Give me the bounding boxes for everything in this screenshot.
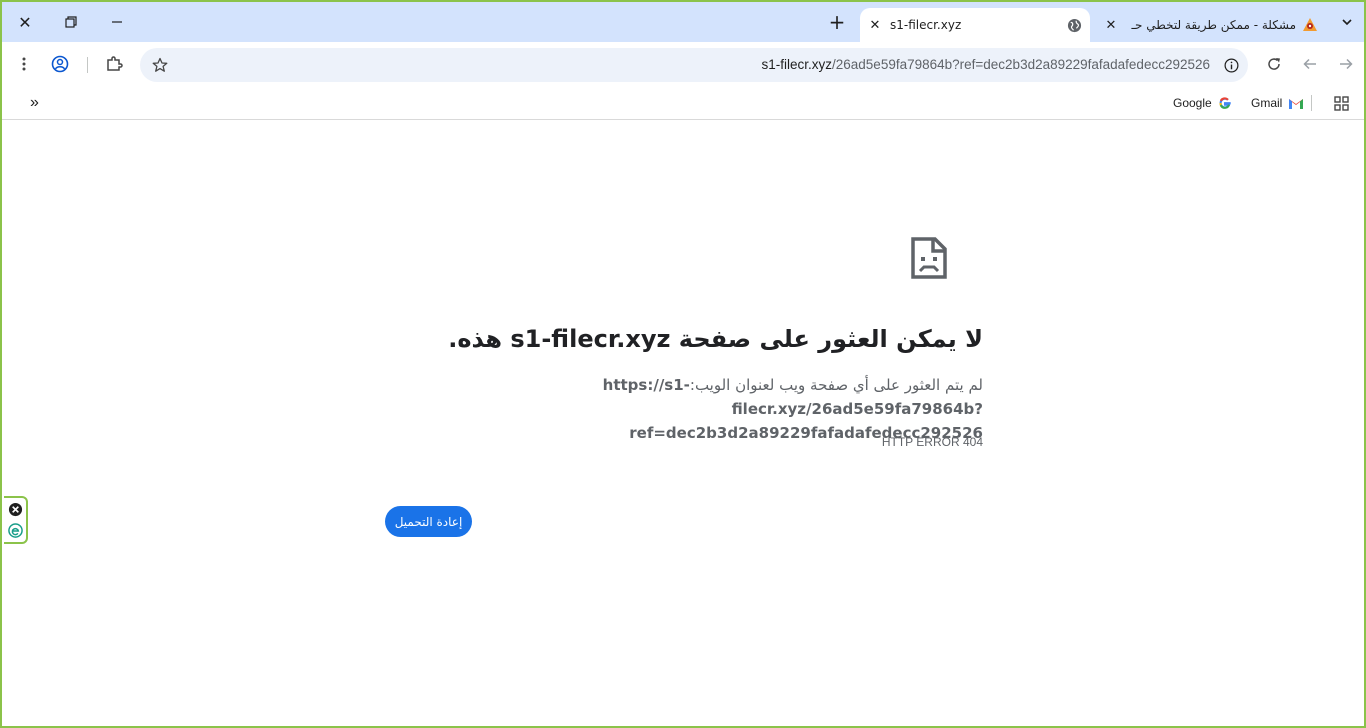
window-close-button[interactable]: ✕ [2,2,48,42]
window-restore-button[interactable] [48,2,94,42]
profile-icon [51,55,69,73]
sad-page-icon [911,237,947,279]
tab-active[interactable]: ✕ s1-filecr.xyz [860,8,1090,42]
tab-strip: ✕ + ✕ s1-filecr.xyz ✕ مشكلة - ممكن طريقة… [2,2,1364,42]
extensions-button[interactable] [100,50,128,78]
bookmarks-bar: » Google Gmail [2,86,1364,120]
bookmark-google[interactable]: Google [1173,93,1232,113]
browser-window: ✕ + ✕ s1-filecr.xyz ✕ مشكلة - ممكن طريقة… [0,0,1366,728]
tab-search-button[interactable] [1330,2,1364,42]
url-path: /26ad5e59fa79864b?ref=dec2b3d2a89229fafa… [832,57,1210,72]
bookmark-gmail[interactable]: Gmail [1251,93,1304,113]
tab-forum[interactable]: ✕ مشكلة - ممكن طريقة لتخطي حـ [1098,8,1326,42]
url-host: s1-filecr.xyz [761,57,833,72]
new-tab-button[interactable]: + [814,2,860,42]
tab-title: مشكلة - ممكن طريقة لتخطي حـ [1131,18,1296,32]
star-icon [152,57,168,72]
tab-close-icon[interactable]: ✕ [866,16,884,34]
double-chevron-icon: » [30,94,39,111]
error-description-prefix: لم يتم العثور على أي صفحة ويب لعنوان الو… [689,376,983,394]
arrow-right-icon [1340,58,1353,70]
bookmarks-overflow-button[interactable]: » [30,93,39,113]
site-info-button[interactable] [1222,56,1240,74]
info-icon [1224,58,1238,72]
toolbar-divider [87,57,88,73]
close-icon: ✕ [18,12,32,32]
back-button[interactable] [1296,50,1324,78]
bookmark-star-button[interactable] [150,55,170,75]
omnibox[interactable]: s1-filecr.xyz/26ad5e59fa79864b?ref=dec2b… [140,48,1248,82]
url-text[interactable]: s1-filecr.xyz/26ad5e59fa79864b?ref=dec2b… [762,57,1211,72]
forward-button[interactable] [1332,50,1360,78]
plus-icon: + [828,10,846,34]
bookmark-label: Gmail [1251,96,1283,110]
bookmark-label: Google [1173,96,1212,110]
chevron-down-icon [1342,19,1352,26]
tab-close-icon[interactable]: ✕ [1102,16,1120,34]
edge-e-icon[interactable] [8,523,23,538]
apps-grid-icon [1334,95,1349,111]
forum-favicon-icon [1302,17,1318,33]
reload-page-button[interactable]: إعادة التحميل [385,506,472,537]
bookmarks-divider [1311,95,1312,111]
profile-button[interactable] [46,50,74,78]
minimize-icon [112,21,122,23]
page-content: لا يمكن العثور على صفحة s1-filecr.xyz هذ… [2,121,1364,726]
tab-title: s1-filecr.xyz [890,18,962,32]
globe-icon [1066,17,1082,33]
error-title: لا يمكن العثور على صفحة s1-filecr.xyz هذ… [448,325,983,353]
apps-button[interactable] [1334,93,1349,113]
google-icon [1219,97,1231,109]
window-minimize-button[interactable] [94,2,140,42]
error-code: HTTP ERROR 404 [881,435,983,449]
gmail-icon [1289,99,1304,109]
menu-button[interactable] [10,50,38,78]
side-extension-widget[interactable] [4,496,28,544]
reload-icon [1268,58,1280,70]
arrow-left-icon [1303,58,1316,70]
toolbar: s1-filecr.xyz/26ad5e59fa79864b?ref=dec2b… [2,42,1364,86]
restore-icon [65,16,77,28]
more-vert-icon [22,57,26,71]
reload-button[interactable] [1260,50,1288,78]
close-circle-icon[interactable] [8,502,23,517]
puzzle-icon [107,56,123,71]
